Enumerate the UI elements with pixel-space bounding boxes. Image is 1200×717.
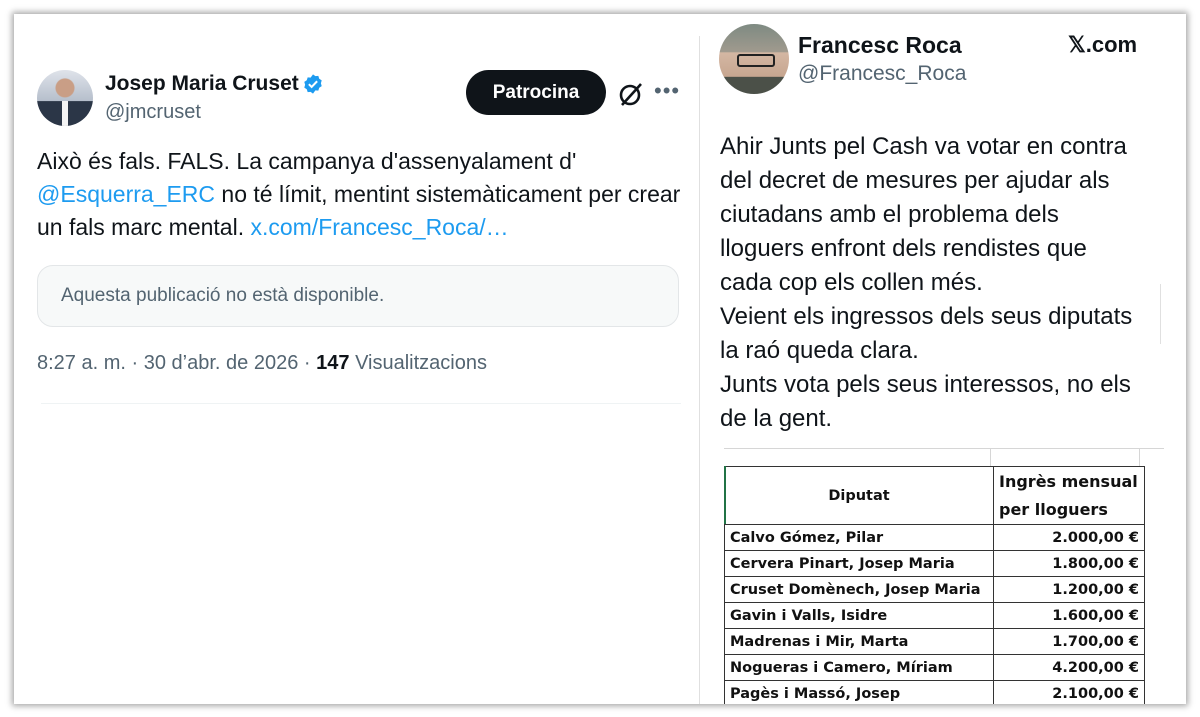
tweet-meta: 8:27 a. m. · 30 d’abr. de 2026 · 147 Vis…: [37, 352, 487, 375]
deputy-name: Pagès i Massó, Josep: [724, 680, 994, 704]
table-row: Pagès i Massó, Josep 2.100,00 €: [724, 680, 1145, 704]
spreadsheet-gridline: [1139, 448, 1140, 466]
text-line: la raó queda clara.: [720, 337, 919, 364]
unavailable-message: Aquesta publicació no està disponible.: [61, 285, 385, 306]
table-header-row: Diputat Ingrès mensual per lloguers: [724, 466, 1145, 525]
url-link[interactable]: x.com/Francesc_Roca/…: [250, 214, 508, 240]
monthly-income: 1.200,00 €: [993, 576, 1145, 603]
author-name[interactable]: Francesc Roca: [798, 32, 962, 59]
column-header: Ingrès mensual per lloguers: [993, 466, 1145, 525]
text-line: Ahir Junts pel Cash va votar en contra: [720, 133, 1127, 160]
rent-income-table-image: Diputat Ingrès mensual per lloguers Calv…: [724, 448, 1164, 704]
author-name[interactable]: Josep Maria Cruset: [105, 72, 299, 96]
deputy-name: Cruset Domènech, Josep Maria: [724, 576, 994, 603]
text-line: del decret de mesures per ajudar als: [720, 167, 1110, 194]
table-row: Cervera Pinart, Josep Maria 1.800,00 €: [724, 550, 1145, 577]
text-line: Junts vota pels seus interessos, no els: [720, 371, 1131, 398]
avatar-detail: [737, 54, 775, 67]
spreadsheet-gridline: [990, 448, 991, 466]
author-handle[interactable]: @jmcruset: [105, 101, 201, 124]
column-header: Diputat: [724, 466, 994, 525]
cell-selection-marker: [724, 466, 726, 524]
table-row: Nogueras i Camero, Míriam 4.200,00 €: [724, 654, 1145, 681]
monthly-income: 1.800,00 €: [993, 550, 1145, 577]
divider: [41, 403, 681, 404]
avatar-detail: [62, 101, 68, 126]
screenshot-frame: Josep Maria Cruset @jmcruset Patrocina •…: [14, 14, 1186, 704]
rent-income-table: Diputat Ingrès mensual per lloguers Calv…: [724, 466, 1145, 704]
monthly-income: 2.100,00 €: [993, 680, 1145, 704]
spreadsheet-gridline: [724, 448, 1164, 449]
text-line: de la gent.: [720, 405, 833, 432]
table-row: Madrenas i Mir, Marta 1.700,00 €: [724, 628, 1145, 655]
avatar[interactable]: [719, 24, 789, 94]
grok-icon[interactable]: [617, 80, 645, 108]
monthly-income: 1.600,00 €: [993, 602, 1145, 629]
text-line: lloguers enfront dels rendistes que: [720, 235, 1087, 262]
table-row: Cruset Domènech, Josep Maria 1.200,00 €: [724, 576, 1145, 603]
x-logo: 𝕏.com: [1068, 32, 1138, 57]
meta-separator: ·: [131, 352, 139, 374]
tweet-francesc-roca: Francesc Roca @Francesc_Roca 𝕏.com Ahir …: [700, 14, 1186, 704]
avatar[interactable]: [37, 70, 93, 126]
table-row: Gavin i Valls, Isidre 1.600,00 €: [724, 602, 1145, 629]
more-icon[interactable]: •••: [654, 78, 680, 104]
tweet-text: Ahir Junts pel Cash va votar en contra d…: [720, 130, 1170, 436]
tweet-text-part: Això és fals. FALS. La campanya d'asseny…: [37, 148, 577, 174]
monthly-income: 4.200,00 €: [993, 654, 1145, 681]
tweet-time[interactable]: 8:27 a. m.: [37, 352, 126, 374]
tweet-jmcruset: Josep Maria Cruset @jmcruset Patrocina •…: [14, 14, 699, 704]
meta-separator: ·: [303, 352, 311, 374]
verified-badge-icon: [304, 74, 322, 94]
monthly-income: 1.700,00 €: [993, 628, 1145, 655]
tweet-date[interactable]: 30 d’abr. de 2026: [144, 352, 299, 374]
text-line: ciutadans amb el problema dels: [720, 201, 1059, 228]
views-label: Visualitzacions: [355, 352, 487, 374]
text-line: Veient els ingressos dels seus diputats: [720, 303, 1133, 330]
author-handle[interactable]: @Francesc_Roca: [798, 62, 966, 86]
text-line: cada cop els collen més.: [720, 269, 983, 296]
table-row: Calvo Gómez, Pilar 2.000,00 €: [724, 524, 1145, 551]
deputy-name: Cervera Pinart, Josep Maria: [724, 550, 994, 577]
deputy-name: Gavin i Valls, Isidre: [724, 602, 994, 629]
deputy-name: Madrenas i Mir, Marta: [724, 628, 994, 655]
monthly-income: 2.000,00 €: [993, 524, 1145, 551]
deputy-name: Nogueras i Camero, Míriam: [724, 654, 994, 681]
views-count: 147: [316, 352, 350, 374]
tweet-text: Això és fals. FALS. La campanya d'asseny…: [37, 145, 682, 244]
deputy-name: Calvo Gómez, Pilar: [724, 524, 994, 551]
quoted-post-unavailable: Aquesta publicació no està disponible.: [37, 265, 679, 327]
mention-link[interactable]: @Esquerra_ERC: [37, 181, 215, 207]
sponsor-button[interactable]: Patrocina: [466, 70, 606, 115]
